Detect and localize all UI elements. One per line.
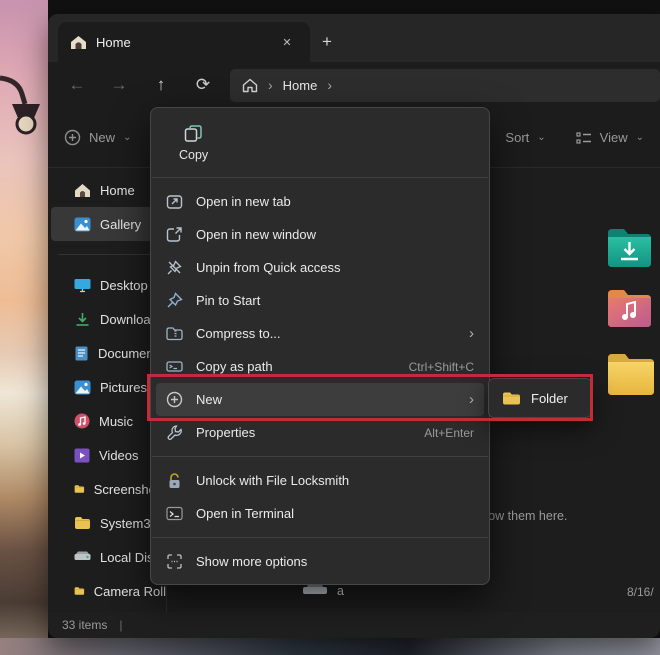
- new-submenu: Folder: [488, 378, 592, 418]
- documents-icon: [75, 346, 88, 360]
- copy-label: Copy: [179, 148, 209, 162]
- status-bar: 33 items |: [48, 612, 660, 638]
- open-new-window-icon: [166, 227, 182, 242]
- downloads-icon: [76, 312, 89, 326]
- desktop-wallpaper-bottom: [0, 638, 660, 655]
- sidebar-item-pictures[interactable]: Pictures: [48, 370, 166, 404]
- menu-item-compress-to[interactable]: Compress to... ›: [156, 317, 484, 350]
- folder-icon: [503, 392, 520, 404]
- sidebar-item-camera-roll[interactable]: Camera Roll: [48, 574, 166, 608]
- breadcrumb-home-label[interactable]: Home: [283, 78, 318, 93]
- menu-item-pin-to-start[interactable]: Pin to Start: [156, 284, 484, 317]
- file-a-date: 8/16/: [627, 585, 654, 599]
- home-icon: [75, 183, 90, 197]
- submenu-item-folder[interactable]: Folder: [531, 391, 568, 406]
- file-a-label[interactable]: a: [337, 584, 344, 598]
- menu-item-properties[interactable]: Properties Alt+Enter: [156, 416, 484, 449]
- videos-icon: [74, 448, 90, 462]
- navigation-bar: ← → ↑ ⟳ › Home ›: [48, 62, 660, 108]
- menu-item-unlock-file-locksmith[interactable]: Unlock with File Locksmith: [156, 464, 484, 497]
- shortcut-label: Ctrl+Shift+C: [408, 359, 474, 374]
- submenu-chevron-icon: ›: [469, 325, 474, 342]
- forward-icon[interactable]: →: [98, 67, 140, 103]
- copy-as-path-icon: [165, 361, 183, 372]
- sidebar-item-screenshots[interactable]: Screenshots: [48, 472, 166, 506]
- home-tab-icon: [71, 35, 86, 49]
- sidebar-item-gallery[interactable]: Gallery: [51, 207, 163, 241]
- sidebar-item-downloads[interactable]: Downloads: [48, 302, 166, 336]
- toolbar-view-label: View: [599, 130, 628, 145]
- menu-divider: [152, 456, 488, 457]
- toolbar-new-button[interactable]: New ⌄: [64, 129, 131, 146]
- street-lamp-graphic: [0, 75, 40, 135]
- menu-divider: [152, 537, 488, 538]
- tab-close-icon[interactable]: ✕: [276, 31, 298, 53]
- copy-button[interactable]: Copy: [171, 120, 216, 166]
- breadcrumb-home-icon: [242, 78, 258, 92]
- breadcrumb-chevron-icon[interactable]: ›: [327, 77, 332, 93]
- chevron-down-icon: ⌄: [635, 132, 644, 143]
- new-tab-button[interactable]: +: [310, 22, 344, 62]
- up-icon[interactable]: ↑: [140, 67, 182, 103]
- submenu-chevron-icon: ›: [469, 391, 474, 408]
- new-circle-plus-icon: [166, 391, 182, 408]
- tab-home[interactable]: Home ✕: [58, 22, 310, 62]
- sidebar-item-desktop[interactable]: Desktop: [48, 268, 166, 302]
- menu-item-new[interactable]: New ›: [156, 383, 484, 416]
- gallery-icon: [74, 217, 91, 231]
- back-icon[interactable]: ←: [56, 67, 98, 103]
- menu-item-open-in-terminal[interactable]: Open in Terminal: [156, 497, 484, 530]
- items-count: 33 items: [62, 618, 108, 632]
- pictures-icon: [74, 380, 91, 394]
- folder-icon: [75, 517, 90, 529]
- terminal-icon: [165, 506, 183, 521]
- lock-icon: [169, 473, 179, 488]
- show-more-options-icon: [166, 554, 182, 569]
- menu-item-unpin-from-quick-access[interactable]: Unpin from Quick access: [156, 251, 484, 284]
- sidebar-divider: [58, 254, 156, 255]
- pin-icon: [167, 292, 183, 308]
- status-divider: |: [119, 618, 123, 632]
- copy-icon: [184, 125, 202, 142]
- downloads-folder-icon[interactable]: [606, 227, 653, 267]
- toolbar-new-label: New: [89, 130, 116, 145]
- toolbar-view-button[interactable]: View ⌄: [576, 130, 644, 145]
- sidebar-item-music[interactable]: Music: [48, 404, 166, 438]
- menu-item-show-more-options[interactable]: Show more options: [156, 545, 484, 578]
- compress-folder-icon: [165, 327, 183, 341]
- breadcrumb-chevron-icon: ›: [268, 77, 273, 93]
- folder-icon: [74, 485, 85, 493]
- sidebar-item-videos[interactable]: Videos: [48, 438, 166, 472]
- menu-item-open-in-new-window[interactable]: Open in new window: [156, 218, 484, 251]
- music-icon: [74, 413, 90, 429]
- unpin-icon: [167, 260, 182, 275]
- menu-divider: [152, 177, 488, 178]
- refresh-icon[interactable]: ⟳: [182, 67, 224, 103]
- sidebar-item-documents[interactable]: Documents: [48, 336, 166, 370]
- desktop-wallpaper: [0, 0, 48, 655]
- new-circle-plus-icon: [64, 129, 81, 146]
- sidebar-item-local-disk[interactable]: Local Disk: [48, 540, 166, 574]
- yellow-folder-icon[interactable]: [606, 351, 656, 397]
- chevron-down-icon: ⌄: [537, 132, 546, 143]
- sidebar-item-home[interactable]: Home: [48, 173, 166, 207]
- drive-icon: [74, 551, 91, 560]
- open-new-tab-icon: [166, 195, 182, 209]
- context-menu: Copy Open in new tab Open in new window …: [150, 107, 490, 585]
- toolbar-sort-label: Sort: [505, 130, 530, 145]
- view-list-icon: [576, 131, 591, 144]
- desktop-icon: [74, 278, 91, 292]
- properties-wrench-icon: [167, 425, 182, 440]
- menu-item-open-in-new-tab[interactable]: Open in new tab: [156, 185, 484, 218]
- tab-title: Home: [96, 34, 131, 50]
- sidebar-item-system32[interactable]: System32: [48, 506, 166, 540]
- chevron-down-icon: ⌄: [123, 132, 132, 143]
- menu-item-copy-as-path[interactable]: Copy as path Ctrl+Shift+C: [156, 350, 484, 383]
- toolbar-sort-button[interactable]: Sort ⌄: [505, 130, 545, 145]
- address-breadcrumb[interactable]: › Home ›: [230, 68, 660, 102]
- shortcut-label: Alt+Enter: [424, 425, 474, 440]
- tab-bar: Home ✕ +: [48, 14, 660, 62]
- folder-icon: [74, 587, 85, 595]
- music-folder-icon[interactable]: [606, 287, 653, 329]
